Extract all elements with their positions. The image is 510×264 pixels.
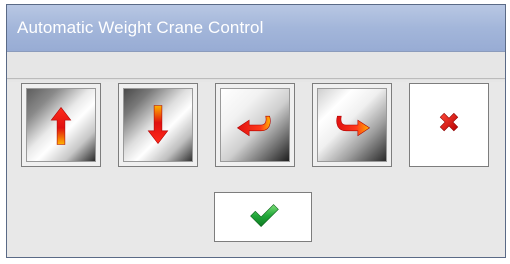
move-down-button[interactable] [118, 83, 198, 167]
dialog-window: Automatic Weight Crane Control [6, 4, 506, 258]
move-right-button[interactable] [312, 83, 392, 167]
move-left-button[interactable] [215, 83, 295, 167]
close-x-icon [439, 112, 459, 132]
arrow-up-icon [50, 106, 72, 145]
arrow-down-icon [147, 105, 169, 145]
move-up-button[interactable] [21, 83, 101, 167]
confirm-button[interactable] [214, 192, 312, 242]
control-button-row [21, 83, 489, 167]
checkmark-icon [250, 204, 279, 228]
divider [7, 78, 505, 80]
title-bar: Automatic Weight Crane Control [7, 5, 505, 52]
curved-arrow-left-icon [236, 115, 271, 137]
cancel-button[interactable] [409, 83, 489, 167]
curved-arrow-right-icon [336, 115, 371, 137]
window-title: Automatic Weight Crane Control [17, 18, 264, 37]
